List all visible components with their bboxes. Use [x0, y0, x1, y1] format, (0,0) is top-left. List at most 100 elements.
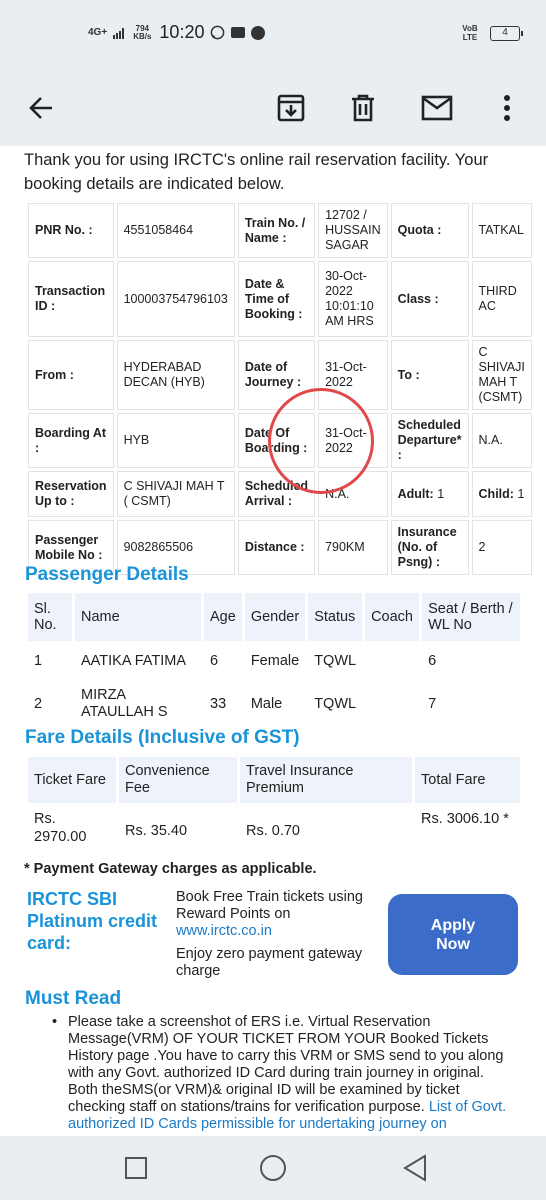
col-age: Age: [204, 593, 242, 641]
bullet: •: [52, 1014, 58, 1030]
transaction-id-value: 100003754796103: [116, 261, 235, 337]
date-booking-label: Date & Time of Booking :: [237, 261, 316, 337]
recents-button[interactable]: [118, 1150, 154, 1186]
apply-now-label: Apply Now: [430, 916, 476, 953]
back-arrow-icon: [29, 97, 52, 119]
col-name: Name: [75, 593, 201, 641]
boarding-label: Boarding At :: [28, 413, 114, 468]
sbi-line2: Enjoy zero payment gateway charge: [176, 946, 363, 979]
mail-notification-icon: [231, 27, 246, 38]
network-indicator: 4G+: [88, 26, 108, 38]
fare-table: Ticket Fare Convenience Fee Travel Insur…: [25, 754, 523, 859]
status-left: 4G+ 794 KB/s 10:20: [88, 22, 266, 43]
from-value: HYDERABAD DECAN (HYB): [116, 340, 235, 410]
delete-button[interactable]: [335, 80, 391, 136]
passenger-details-title: Passenger Details: [25, 564, 189, 585]
table-row: Rs. 2970.00 Rs. 35.40 Rs. 0.70 Rs. 3006.…: [28, 806, 520, 856]
pnr-value: 4551058464: [116, 203, 235, 258]
back-triangle-icon: [403, 1154, 426, 1182]
transaction-id-label: Transaction ID :: [28, 261, 114, 337]
red-annotation-circle: [268, 388, 374, 494]
col-insurance-premium: Travel Insurance Premium: [240, 757, 412, 803]
whatsapp-icon: [211, 25, 225, 40]
col-slno: Sl. No.: [28, 593, 72, 641]
col-coach: Coach: [365, 593, 420, 641]
mail-icon: [421, 95, 453, 121]
cell: AATIKA FATIMA: [81, 652, 187, 669]
cell: 1: [34, 652, 43, 669]
col-seat: Seat / Berth / WL No: [422, 593, 520, 641]
col-convenience-fee: Convenience Fee: [119, 757, 237, 803]
back-button[interactable]: [13, 80, 69, 136]
archive-icon: [277, 94, 305, 122]
email-toolbar: [0, 70, 546, 146]
distance-value: 790KM: [318, 520, 388, 575]
cell: Male: [250, 695, 283, 712]
speed-unit: KB/s: [133, 31, 152, 41]
cell: MIRZA ATAULLAH S: [81, 687, 168, 720]
signal-icon: [113, 27, 125, 39]
col-ticket-fare: Ticket Fare: [28, 757, 116, 803]
pnr-label: PNR No. :: [28, 203, 114, 258]
archive-button[interactable]: [263, 80, 319, 136]
irctc-link[interactable]: www.irctc.co.in: [176, 923, 376, 940]
delete-icon: [352, 94, 374, 122]
col-gender: Gender: [244, 593, 306, 641]
child-label: Child:: [478, 486, 514, 501]
col-total-fare: Total Fare: [415, 757, 520, 803]
table-row: 2 MIRZA ATAULLAH S 33 Male TQWL 7: [28, 681, 520, 727]
more-vert-icon: [504, 95, 510, 121]
adult-label: Adult:: [397, 486, 434, 501]
child-cell: Child: 1: [471, 471, 532, 517]
home-circle-icon: [260, 1155, 286, 1181]
total-fare-value: Rs. 3006.10 *: [421, 811, 509, 827]
cell: [365, 681, 419, 727]
table-row: 1 AATIKA FATIMA 6 Female TQWL 6: [28, 644, 520, 678]
must-read-item: • Please take a screenshot of ERS i.e. V…: [52, 1014, 508, 1133]
distance-label: Distance :: [237, 520, 316, 575]
payment-gateway-note: * Payment Gateway charges as applicable.: [24, 861, 317, 877]
cell: 7: [428, 695, 437, 712]
sbi-card-text: Book Free Train tickets using Reward Poi…: [176, 889, 376, 980]
system-navigation-bar: [0, 1136, 546, 1200]
cell: 6: [210, 652, 219, 669]
insurance-premium-value: Rs. 0.70: [246, 823, 300, 839]
apply-now-button[interactable]: Apply Now: [388, 894, 518, 975]
status-bar: 4G+ 794 KB/s 10:20 VoB LTE 4: [0, 0, 546, 70]
insurance-label: Insurance (No. of Psng) :: [390, 520, 469, 575]
cell: 2: [34, 695, 43, 712]
sbi-line1: Book Free Train tickets using Reward Poi…: [176, 889, 363, 922]
scheduled-departure-value: N.A.: [471, 413, 532, 468]
to-label: To :: [390, 340, 469, 410]
battery-icon: 4: [490, 25, 523, 41]
scheduled-departure-label: Scheduled Departure* :: [390, 413, 469, 468]
from-label: From :: [28, 340, 114, 410]
intro-text: Thank you for using IRCTC's online rail …: [24, 151, 489, 193]
class-label: Class :: [390, 261, 469, 337]
quota-value: TATKAL: [471, 203, 532, 258]
insurance-value: 2: [471, 520, 532, 575]
recents-square-icon: [125, 1157, 147, 1179]
phone-notification-icon: [251, 25, 266, 40]
mail-button[interactable]: [409, 80, 465, 136]
cell: [365, 644, 419, 678]
clock: 10:20: [159, 22, 205, 42]
more-options-button[interactable]: [479, 80, 535, 136]
quota-label: Quota :: [390, 203, 469, 258]
col-status: Status: [308, 593, 363, 641]
cell: TQWL: [314, 652, 357, 669]
must-read-title: Must Read: [25, 988, 122, 1009]
to-value: C SHIVAJI MAH T (CSMT): [471, 340, 532, 410]
class-value: THIRD AC: [471, 261, 532, 337]
train-value: 12702 / HUSSAIN SAGAR: [318, 203, 388, 258]
reservation-upto-value: C SHIVAJI MAH T ( CSMT): [116, 471, 235, 517]
date-booking-value: 30-Oct-2022 10:01:10 AM HRS: [318, 261, 388, 337]
passenger-table: Sl. No. Name Age Gender Status Coach Sea…: [25, 590, 523, 730]
back-nav-button[interactable]: [397, 1150, 433, 1186]
cell: 33: [210, 695, 227, 712]
cell: 6: [428, 652, 437, 669]
booking-details-table: PNR No. : 4551058464 Train No. / Name : …: [25, 200, 535, 578]
cell: Female: [250, 652, 300, 669]
home-button[interactable]: [255, 1150, 291, 1186]
email-body[interactable]: Thank you for using IRCTC's online rail …: [0, 146, 546, 1136]
